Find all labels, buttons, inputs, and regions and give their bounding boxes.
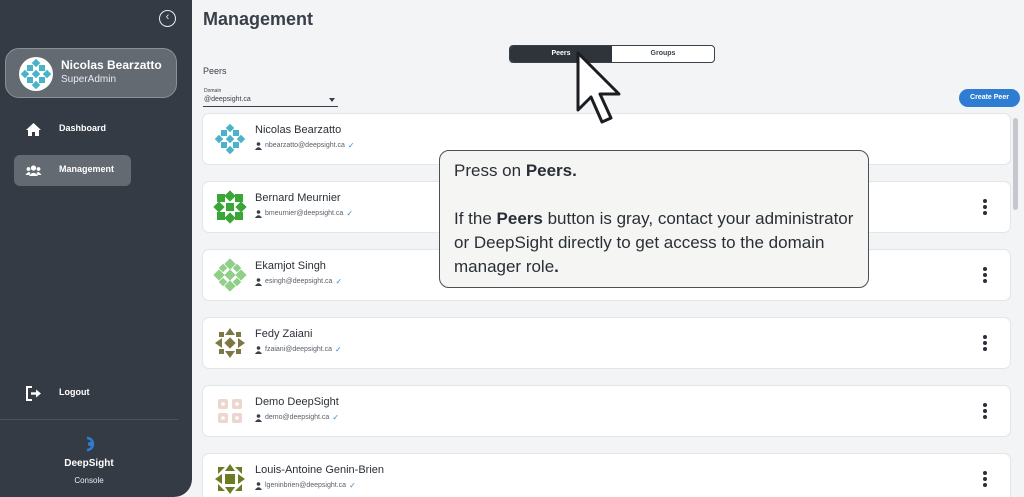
peer-email: nbearzatto@deepsight.ca: [265, 142, 345, 149]
peer-email: fzaiani@deepsight.ca: [265, 346, 333, 353]
domain-field-label: Domain: [204, 88, 222, 94]
peer-email: lgeninbrien@deepsight.ca: [265, 482, 347, 489]
peer-name: Nicolas Bearzatto: [255, 124, 342, 136]
peer-email: demo@deepsight.ca: [265, 414, 330, 421]
callout-spacer: [454, 183, 854, 207]
peer-card[interactable]: Demo DeepSight demo@deepsight.ca ✓: [202, 385, 1011, 437]
create-peer-button[interactable]: Create Peer: [959, 89, 1020, 107]
peer-name: Ekamjot Singh: [255, 260, 326, 272]
page-title: Management: [203, 9, 314, 29]
peer-name: Fedy Zaiani: [255, 328, 313, 340]
more-options-icon[interactable]: [982, 199, 988, 217]
tab-groups[interactable]: Groups: [612, 46, 714, 62]
person-icon: [255, 481, 262, 490]
section-label: Peers: [203, 66, 227, 76]
tutorial-callout: Press on Peers. If the Peers button is g…: [439, 150, 869, 288]
verified-check-icon: ✓: [332, 413, 340, 422]
person-icon: [255, 277, 262, 286]
user-name: Nicolas Bearzatto: [61, 58, 162, 72]
person-icon: [255, 413, 262, 422]
peer-avatar: [213, 190, 247, 224]
more-options-icon[interactable]: [982, 403, 988, 421]
domain-value: @deepsight.ca: [204, 96, 251, 103]
peer-avatar: [213, 326, 247, 360]
collapse-sidebar-icon[interactable]: ‹: [159, 10, 176, 27]
peer-email-row: esingh@deepsight.ca ✓: [255, 277, 342, 286]
peer-avatar: [213, 462, 247, 496]
peer-name: Bernard Meurnier: [255, 192, 341, 204]
verified-check-icon: ✓: [335, 277, 343, 286]
home-icon: [26, 123, 41, 136]
peer-name: Louis-Antoine Genin-Brien: [255, 464, 385, 476]
peer-avatar: [213, 394, 247, 428]
peer-email-row: fzaiani@deepsight.ca ✓: [255, 345, 342, 354]
callout-bold: Peers.: [525, 161, 577, 180]
chevron-down-icon: [329, 98, 335, 102]
mouse-pointer-icon: [576, 51, 621, 124]
brand-subtitle: Console: [74, 476, 104, 485]
more-options-icon[interactable]: [982, 267, 988, 285]
peer-avatar: [213, 122, 247, 156]
callout-bold: Peers: [496, 209, 543, 228]
person-icon: [255, 345, 262, 354]
nav-management[interactable]: Management: [14, 155, 131, 186]
peer-email-row: lgeninbrien@deepsight.ca ✓: [255, 481, 356, 490]
nav-management-label: Management: [59, 164, 115, 174]
nav-dashboard-label: Dashboard: [59, 123, 107, 133]
user-avatar: [19, 57, 53, 91]
callout-text: If the: [454, 209, 497, 228]
verified-check-icon: ✓: [349, 481, 356, 490]
verified-check-icon: ✓: [346, 209, 354, 218]
more-options-icon[interactable]: [982, 335, 988, 353]
callout-line-1: Press on Peers.: [454, 159, 854, 183]
peer-email-row: demo@deepsight.ca ✓: [255, 413, 339, 422]
verified-check-icon: ✓: [335, 345, 342, 354]
brand-name: DeepSight: [64, 458, 114, 469]
users-icon: [25, 165, 42, 176]
logout-icon: [26, 386, 41, 401]
peer-email: bmeurnier@deepsight.ca: [265, 210, 344, 217]
callout-text: Press on: [454, 161, 526, 180]
peer-email-row: bmeurnier@deepsight.ca ✓: [255, 209, 353, 218]
logout-label: Logout: [59, 387, 90, 397]
user-role: SuperAdmin: [61, 74, 117, 85]
peer-email: esingh@deepsight.ca: [265, 278, 333, 285]
person-icon: [255, 209, 262, 218]
peer-avatar: [213, 258, 247, 292]
sidebar: ‹ Nicolas Bearzatto SuperAdmin Dashboard: [0, 0, 192, 497]
more-options-icon[interactable]: [982, 471, 988, 489]
sidebar-divider: [0, 419, 178, 420]
verified-check-icon: ✓: [347, 141, 355, 150]
domain-select[interactable]: @deepsight.ca: [203, 95, 338, 107]
peer-name: Demo DeepSight: [255, 396, 339, 408]
peer-card[interactable]: Fedy Zaiani fzaiani@deepsight.ca ✓: [202, 317, 1011, 369]
callout-bold: .: [554, 257, 559, 276]
logout-button[interactable]: Logout: [14, 378, 131, 409]
nav-dashboard[interactable]: Dashboard: [14, 114, 131, 145]
person-icon: [255, 141, 262, 150]
callout-line-2: If the Peers button is gray, contact you…: [454, 207, 854, 279]
user-card[interactable]: Nicolas Bearzatto SuperAdmin: [5, 48, 177, 98]
peer-email-row: nbearzatto@deepsight.ca ✓: [255, 141, 355, 150]
deepsight-logo-icon: [86, 436, 95, 452]
scrollbar[interactable]: [1013, 118, 1018, 210]
peer-card[interactable]: Louis-Antoine Genin-Brien lgeninbrien@de…: [202, 453, 1011, 497]
